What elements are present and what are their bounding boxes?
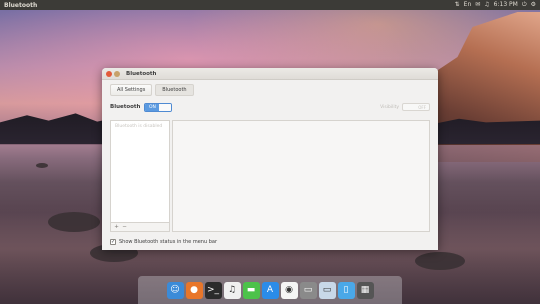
firefox-icon[interactable]: ● (185, 281, 203, 299)
finder-icon[interactable]: ☺ (166, 281, 184, 299)
clock[interactable]: 6:13 PM (494, 0, 518, 10)
all-settings-button[interactable]: All Settings (110, 84, 153, 96)
top-panel: Bluetooth ⇅ En ✉ ♫ 6:13 PM ⏻ ⚙ (0, 0, 540, 10)
add-device-button[interactable]: + (113, 224, 120, 230)
panel-app-title[interactable]: Bluetooth (4, 2, 37, 9)
bluetooth-switch[interactable]: ON (144, 102, 173, 112)
window-title: Bluetooth (126, 70, 157, 77)
rock (48, 212, 100, 232)
device-details-panel (172, 120, 430, 232)
window-titlebar[interactable]: Bluetooth (102, 68, 438, 80)
rock (415, 252, 465, 270)
switch-on-label: ON (145, 103, 160, 111)
settings-toolbar: All Settings Bluetooth (102, 80, 438, 96)
indicator-area: ⇅ En ✉ ♫ 6:13 PM ⏻ ⚙ (455, 0, 536, 10)
bluetooth-window: Bluetooth All Settings Bluetooth Bluetoo… (102, 68, 438, 250)
device-list-toolbar: + − (111, 222, 169, 231)
messages-icon[interactable]: ▬ (242, 281, 260, 299)
bluetooth-toggle-row: Bluetooth ON Visibility OFF (102, 96, 438, 112)
device-list[interactable]: Bluetooth is disabled + − (110, 120, 170, 232)
terminal-icon[interactable]: >_ (204, 281, 222, 299)
show-status-row: ✓ Show Bluetooth status in the menu bar (110, 239, 217, 245)
desktop-icon[interactable]: ▭ (299, 281, 317, 299)
visibility-label: Visibility (380, 104, 399, 110)
screen-icon[interactable]: ▭ (318, 281, 336, 299)
power-icon[interactable]: ⏻ (522, 0, 527, 10)
keyboard-language-indicator[interactable]: En (464, 0, 472, 10)
music-icon[interactable]: ♫ (223, 281, 241, 299)
files-icon[interactable]: ▯ (337, 281, 355, 299)
rock (36, 163, 48, 168)
visibility-switch[interactable]: OFF (402, 103, 430, 111)
minimize-icon[interactable] (114, 70, 120, 77)
show-status-label[interactable]: Show Bluetooth status in the menu bar (119, 239, 217, 245)
mail-icon[interactable]: ✉ (475, 0, 480, 10)
switch-off-area (159, 103, 172, 111)
bluetooth-content: Bluetooth is disabled + − (110, 120, 430, 232)
gear-icon[interactable]: ⚙ (531, 0, 536, 10)
network-icon[interactable]: ⇅ (455, 0, 460, 10)
workspaces-icon[interactable]: ▦ (356, 281, 374, 299)
appstore-icon[interactable]: A (261, 281, 279, 299)
bluetooth-breadcrumb-button[interactable]: Bluetooth (155, 84, 194, 96)
show-status-checkbox[interactable]: ✓ (110, 239, 116, 245)
photos-icon[interactable]: ◉ (280, 281, 298, 299)
remove-device-button[interactable]: − (121, 224, 128, 230)
close-icon[interactable] (106, 70, 112, 77)
sound-icon[interactable]: ♫ (484, 0, 489, 10)
bluetooth-label: Bluetooth (110, 104, 141, 110)
devices-disabled-text: Bluetooth is disabled (115, 124, 163, 129)
dock: ☺ ● >_ ♫ ▬ A ◉ ▭ ▭ ▯ ▦ (138, 276, 402, 304)
